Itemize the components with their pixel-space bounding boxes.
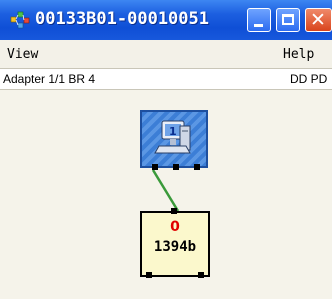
close-icon: ✕ bbox=[310, 9, 326, 31]
close-button[interactable]: ✕ bbox=[305, 8, 332, 32]
host-computer-node[interactable]: 1 bbox=[140, 110, 208, 170]
topology-canvas[interactable]: 1 0 1394b bbox=[0, 90, 332, 299]
device-count: 0 bbox=[170, 219, 180, 235]
device-label: 1394b bbox=[153, 239, 197, 255]
mode-status: DD PD bbox=[290, 72, 328, 86]
menu-item-view[interactable]: View bbox=[7, 47, 38, 62]
minimize-icon bbox=[254, 24, 263, 27]
menu-bar: View Help bbox=[0, 40, 332, 68]
maximize-icon bbox=[282, 14, 294, 25]
adapter-status: Adapter 1/1 BR 4 bbox=[3, 72, 96, 86]
info-bar: Adapter 1/1 BR 4 DD PD bbox=[0, 68, 332, 90]
port-connector bbox=[146, 272, 152, 278]
maximize-button[interactable] bbox=[276, 8, 300, 32]
port-connector bbox=[194, 164, 200, 170]
network-nodes-icon bbox=[10, 11, 30, 29]
port-connector bbox=[198, 272, 204, 278]
minimize-button[interactable] bbox=[247, 8, 271, 32]
port-connector bbox=[152, 164, 158, 170]
port-connector bbox=[173, 164, 179, 170]
port-connector bbox=[171, 208, 177, 214]
title-bar[interactable]: 00133B01-00010051 ✕ bbox=[0, 0, 332, 40]
menu-item-help[interactable]: Help bbox=[283, 47, 314, 62]
application-window: 00133B01-00010051 ✕ View Help Adapter 1/… bbox=[0, 0, 332, 299]
svg-text:1: 1 bbox=[169, 125, 177, 138]
computer-icon: 1 bbox=[154, 120, 191, 154]
device-node-1394b[interactable]: 0 1394b bbox=[140, 208, 210, 278]
window-title: 00133B01-00010051 bbox=[35, 9, 209, 29]
